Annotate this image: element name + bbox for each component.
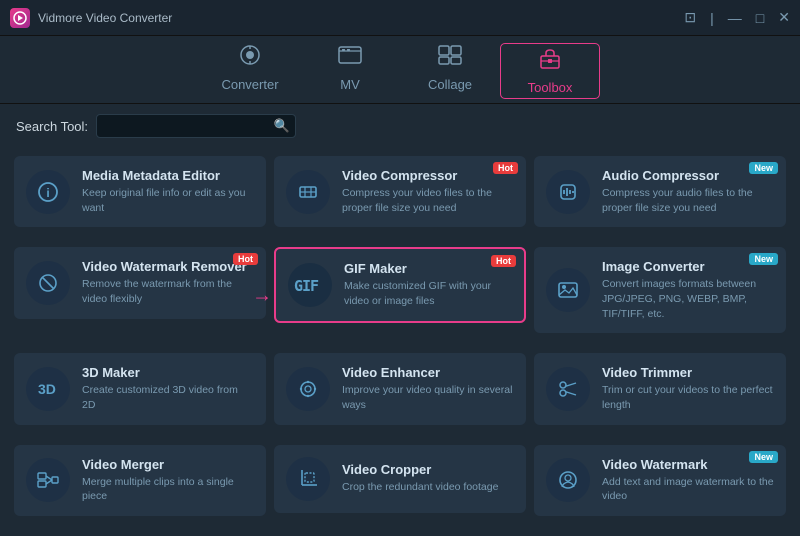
nav-bar: Converter MV Collage bbox=[0, 36, 800, 104]
tool-card-image-converter[interactable]: Image Converter Convert images formats be… bbox=[534, 247, 786, 333]
image-converter-badge: New bbox=[749, 253, 778, 265]
tool-card-media-metadata-editor[interactable]: i Media Metadata Editor Keep original file… bbox=[14, 156, 266, 227]
tab-collage-label: Collage bbox=[428, 77, 472, 92]
3d-maker-icon: 3D bbox=[26, 367, 70, 411]
video-merger-desc: Merge multiple clips into a single piece bbox=[82, 475, 254, 504]
tab-mv-label: MV bbox=[340, 77, 360, 92]
3d-maker-desc: Create customized 3D video from 2D bbox=[82, 383, 254, 412]
tool-card-video-enhancer[interactable]: Video Enhancer Improve your video quality… bbox=[274, 353, 526, 424]
restore-btn[interactable]: □ bbox=[756, 10, 764, 26]
tool-card-video-watermark-remover[interactable]: Video Watermark Remover Remove the waterm… bbox=[14, 247, 266, 318]
minimize-btn[interactable]: — bbox=[728, 10, 742, 26]
video-cropper-name: Video Cropper bbox=[342, 462, 514, 477]
image-converter-name: Image Converter bbox=[602, 259, 774, 274]
tab-converter[interactable]: Converter bbox=[200, 39, 300, 103]
video-watermark-name: Video Watermark bbox=[602, 457, 774, 472]
video-merger-name: Video Merger bbox=[82, 457, 254, 472]
tools-grid: i Media Metadata Editor Keep original file… bbox=[0, 148, 800, 536]
svg-text:i: i bbox=[46, 186, 49, 200]
gif-maker-badge: Hot bbox=[491, 255, 516, 267]
tool-card-gif-maker[interactable]: GIF GIF Maker Make customized GIF with you… bbox=[274, 247, 526, 322]
search-bar: Search Tool: 🔍 bbox=[0, 104, 800, 148]
tool-card-3d-maker[interactable]: 3D 3D Maker Create customized 3D video fro… bbox=[14, 353, 266, 424]
gif-maker-icon: GIF bbox=[288, 263, 332, 307]
video-watermark-remover-badge: Hot bbox=[233, 253, 258, 265]
mv-icon bbox=[337, 44, 363, 72]
video-watermark-remover-icon bbox=[26, 261, 70, 305]
video-enhancer-icon bbox=[286, 367, 330, 411]
audio-compressor-icon bbox=[546, 170, 590, 214]
title-bar-left: Vidmore Video Converter bbox=[10, 8, 172, 28]
video-trimmer-name: Video Trimmer bbox=[602, 365, 774, 380]
gif-maker-desc: Make customized GIF with your video or i… bbox=[344, 279, 512, 308]
tab-toolbox-label: Toolbox bbox=[528, 80, 573, 95]
3d-maker-name: 3D Maker bbox=[82, 365, 254, 380]
search-input[interactable] bbox=[96, 114, 296, 138]
video-watermark-badge: New bbox=[749, 451, 778, 463]
gif-maker-name: GIF Maker bbox=[344, 261, 512, 276]
tool-card-audio-compressor[interactable]: Audio Compressor Compress your audio file… bbox=[534, 156, 786, 227]
video-watermark-icon bbox=[546, 458, 590, 502]
tool-card-video-watermark[interactable]: Video Watermark Add text and image waterm… bbox=[534, 445, 786, 516]
search-label: Search Tool: bbox=[16, 119, 88, 134]
video-compressor-name: Video Compressor bbox=[342, 168, 514, 183]
search-input-wrap: 🔍 bbox=[96, 114, 296, 138]
tool-card-video-merger[interactable]: Video Merger Merge multiple clips into a … bbox=[14, 445, 266, 516]
highlight-arrow: → bbox=[252, 285, 272, 308]
video-enhancer-desc: Improve your video quality in several wa… bbox=[342, 383, 514, 412]
search-icon[interactable]: 🔍 bbox=[274, 118, 290, 134]
audio-compressor-name: Audio Compressor bbox=[602, 168, 774, 183]
app-title: Vidmore Video Converter bbox=[38, 11, 172, 25]
svg-text:GIF: GIF bbox=[294, 277, 319, 295]
audio-compressor-badge: New bbox=[749, 162, 778, 174]
tab-collage[interactable]: Collage bbox=[400, 39, 500, 103]
video-enhancer-name: Video Enhancer bbox=[342, 365, 514, 380]
collage-icon bbox=[437, 44, 463, 72]
audio-compressor-desc: Compress your audio files to the proper … bbox=[602, 186, 774, 215]
title-bar: Vidmore Video Converter ⊡ | — □ ✕ bbox=[0, 0, 800, 36]
video-merger-icon bbox=[26, 458, 70, 502]
video-watermark-remover-desc: Remove the watermark from the video flex… bbox=[82, 277, 254, 306]
tool-card-video-trimmer[interactable]: Video Trimmer Trim or cut your videos to … bbox=[534, 353, 786, 424]
media-metadata-editor-desc: Keep original file info or edit as you w… bbox=[82, 186, 254, 215]
video-compressor-badge: Hot bbox=[493, 162, 518, 174]
title-bar-controls: ⊡ | — □ ✕ bbox=[684, 9, 790, 26]
video-watermark-remover-name: Video Watermark Remover bbox=[82, 259, 254, 274]
caption-btn[interactable]: ⊡ bbox=[684, 9, 696, 26]
close-btn[interactable]: ✕ bbox=[778, 9, 790, 26]
tool-card-video-cropper[interactable]: Video Cropper Crop the redundant video fo… bbox=[274, 445, 526, 513]
video-cropper-desc: Crop the redundant video footage bbox=[342, 480, 514, 495]
video-cropper-icon bbox=[286, 457, 330, 501]
image-converter-icon bbox=[546, 268, 590, 312]
video-compressor-icon bbox=[286, 170, 330, 214]
video-watermark-desc: Add text and image watermark to the vide… bbox=[602, 475, 774, 504]
svg-text:3D: 3D bbox=[38, 381, 56, 397]
video-trimmer-desc: Trim or cut your videos to the perfect l… bbox=[602, 383, 774, 412]
tab-mv[interactable]: MV bbox=[300, 39, 400, 103]
tab-toolbox[interactable]: Toolbox bbox=[500, 43, 600, 99]
app-icon bbox=[10, 8, 30, 28]
video-trimmer-icon bbox=[546, 367, 590, 411]
media-metadata-editor-icon: i bbox=[26, 170, 70, 214]
image-converter-desc: Convert images formats between JPG/JPEG,… bbox=[602, 277, 774, 321]
video-compressor-desc: Compress your video files to the proper … bbox=[342, 186, 514, 215]
media-metadata-editor-name: Media Metadata Editor bbox=[82, 168, 254, 183]
tool-card-video-compressor[interactable]: Video Compressor Compress your video file… bbox=[274, 156, 526, 227]
tab-converter-label: Converter bbox=[221, 77, 278, 92]
toolbox-icon bbox=[537, 48, 563, 76]
converter-icon bbox=[237, 44, 263, 72]
